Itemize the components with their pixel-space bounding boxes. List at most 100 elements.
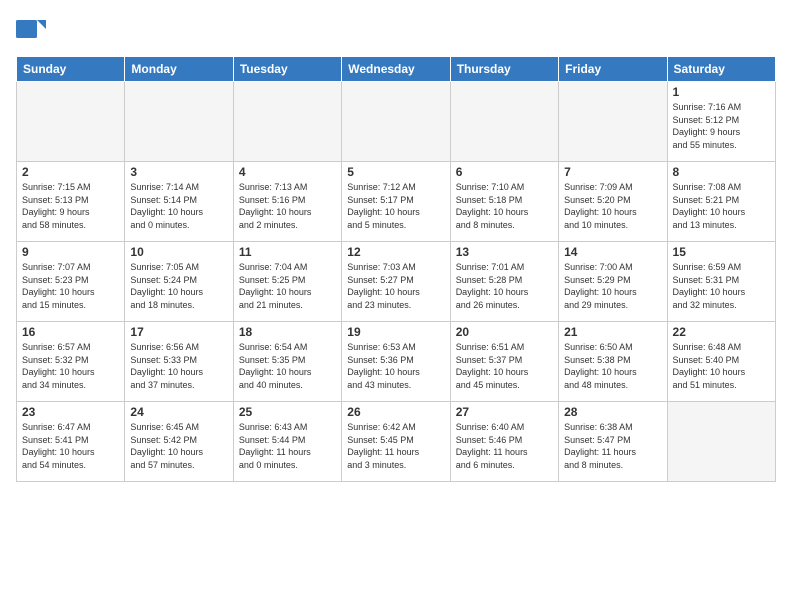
calendar-cell-w3-d2: 18 Sunrise: 6:54 AM Sunset: 5:35 PM Dayli… <box>233 322 341 402</box>
calendar-cell-w1-d3: 5 Sunrise: 7:12 AM Sunset: 5:17 PM Daylig… <box>342 162 450 242</box>
day-info: Sunrise: 7:05 AM Sunset: 5:24 PM Dayligh… <box>130 261 227 311</box>
calendar-cell-w4-d1: 24 Sunrise: 6:45 AM Sunset: 5:42 PM Dayli… <box>125 402 233 482</box>
weekday-header-row: SundayMondayTuesdayWednesdayThursdayFrid… <box>17 57 776 82</box>
calendar-cell-w4-d2: 25 Sunrise: 6:43 AM Sunset: 5:44 PM Dayli… <box>233 402 341 482</box>
day-info: Sunrise: 7:08 AM Sunset: 5:21 PM Dayligh… <box>673 181 770 231</box>
calendar-cell-w1-d6: 8 Sunrise: 7:08 AM Sunset: 5:21 PM Daylig… <box>667 162 775 242</box>
calendar-cell-w2-d0: 9 Sunrise: 7:07 AM Sunset: 5:23 PM Daylig… <box>17 242 125 322</box>
day-info: Sunrise: 7:03 AM Sunset: 5:27 PM Dayligh… <box>347 261 444 311</box>
calendar-cell-w2-d6: 15Sunrise: 6:59 AM Sunset: 5:31 PM Dayli… <box>667 242 775 322</box>
day-number: 23 <box>22 405 119 419</box>
day-number: 15 <box>673 245 770 259</box>
day-info: Sunrise: 7:07 AM Sunset: 5:23 PM Dayligh… <box>22 261 119 311</box>
day-number: 24 <box>130 405 227 419</box>
day-number: 12 <box>347 245 444 259</box>
day-info: Sunrise: 6:43 AM Sunset: 5:44 PM Dayligh… <box>239 421 336 471</box>
day-number: 6 <box>456 165 553 179</box>
calendar-cell-w1-d4: 6Sunrise: 7:10 AM Sunset: 5:18 PM Daylig… <box>450 162 558 242</box>
calendar-cell-w2-d3: 12 Sunrise: 7:03 AM Sunset: 5:27 PM Dayli… <box>342 242 450 322</box>
day-info: Sunrise: 7:12 AM Sunset: 5:17 PM Dayligh… <box>347 181 444 231</box>
calendar-cell-w3-d3: 19 Sunrise: 6:53 AM Sunset: 5:36 PM Dayli… <box>342 322 450 402</box>
day-info: Sunrise: 6:38 AM Sunset: 5:47 PM Dayligh… <box>564 421 661 471</box>
week-row-3: 16 Sunrise: 6:57 AM Sunset: 5:32 PM Dayli… <box>17 322 776 402</box>
day-number: 8 <box>673 165 770 179</box>
day-number: 16 <box>22 325 119 339</box>
day-number: 18 <box>239 325 336 339</box>
day-number: 27 <box>456 405 553 419</box>
calendar-cell-w3-d5: 21 Sunrise: 6:50 AM Sunset: 5:38 PM Dayli… <box>559 322 667 402</box>
day-number: 10 <box>130 245 227 259</box>
day-info: Sunrise: 6:50 AM Sunset: 5:38 PM Dayligh… <box>564 341 661 391</box>
calendar-cell-w1-d5: 7 Sunrise: 7:09 AM Sunset: 5:20 PM Daylig… <box>559 162 667 242</box>
calendar-cell-w0-d4 <box>450 82 558 162</box>
calendar-cell-w0-d0 <box>17 82 125 162</box>
day-number: 7 <box>564 165 661 179</box>
day-number: 5 <box>347 165 444 179</box>
day-number: 20 <box>456 325 553 339</box>
calendar-cell-w4-d4: 27 Sunrise: 6:40 AM Sunset: 5:46 PM Dayli… <box>450 402 558 482</box>
day-info: Sunrise: 6:56 AM Sunset: 5:33 PM Dayligh… <box>130 341 227 391</box>
weekday-header-sunday: Sunday <box>17 57 125 82</box>
calendar-cell-w0-d5 <box>559 82 667 162</box>
day-number: 17 <box>130 325 227 339</box>
calendar-cell-w1-d1: 3 Sunrise: 7:14 AM Sunset: 5:14 PM Daylig… <box>125 162 233 242</box>
calendar-cell-w0-d1 <box>125 82 233 162</box>
calendar-cell-w0-d3 <box>342 82 450 162</box>
day-number: 4 <box>239 165 336 179</box>
calendar-cell-w1-d0: 2 Sunrise: 7:15 AM Sunset: 5:13 PM Daylig… <box>17 162 125 242</box>
logo-icon <box>16 14 46 44</box>
day-number: 3 <box>130 165 227 179</box>
week-row-1: 2 Sunrise: 7:15 AM Sunset: 5:13 PM Daylig… <box>17 162 776 242</box>
week-row-0: 1Sunrise: 7:16 AM Sunset: 5:12 PM Daylig… <box>17 82 776 162</box>
day-info: Sunrise: 6:54 AM Sunset: 5:35 PM Dayligh… <box>239 341 336 391</box>
weekday-header-friday: Friday <box>559 57 667 82</box>
day-info: Sunrise: 6:45 AM Sunset: 5:42 PM Dayligh… <box>130 421 227 471</box>
day-info: Sunrise: 6:47 AM Sunset: 5:41 PM Dayligh… <box>22 421 119 471</box>
calendar-cell-w4-d5: 28 Sunrise: 6:38 AM Sunset: 5:47 PM Dayli… <box>559 402 667 482</box>
calendar-cell-w2-d1: 10 Sunrise: 7:05 AM Sunset: 5:24 PM Dayli… <box>125 242 233 322</box>
day-info: Sunrise: 6:53 AM Sunset: 5:36 PM Dayligh… <box>347 341 444 391</box>
calendar-cell-w3-d4: 20 Sunrise: 6:51 AM Sunset: 5:37 PM Dayli… <box>450 322 558 402</box>
day-number: 14 <box>564 245 661 259</box>
week-row-2: 9 Sunrise: 7:07 AM Sunset: 5:23 PM Daylig… <box>17 242 776 322</box>
day-number: 26 <box>347 405 444 419</box>
day-info: Sunrise: 6:57 AM Sunset: 5:32 PM Dayligh… <box>22 341 119 391</box>
calendar-cell-w3-d6: 22 Sunrise: 6:48 AM Sunset: 5:40 PM Dayli… <box>667 322 775 402</box>
calendar-cell-w0-d2 <box>233 82 341 162</box>
day-info: Sunrise: 6:40 AM Sunset: 5:46 PM Dayligh… <box>456 421 553 471</box>
day-info: Sunrise: 7:15 AM Sunset: 5:13 PM Dayligh… <box>22 181 119 231</box>
header <box>16 16 776 46</box>
calendar-cell-w3-d1: 17 Sunrise: 6:56 AM Sunset: 5:33 PM Dayli… <box>125 322 233 402</box>
day-number: 13 <box>456 245 553 259</box>
page: SundayMondayTuesdayWednesdayThursdayFrid… <box>0 0 792 612</box>
day-info: Sunrise: 7:14 AM Sunset: 5:14 PM Dayligh… <box>130 181 227 231</box>
weekday-header-tuesday: Tuesday <box>233 57 341 82</box>
day-info: Sunrise: 6:42 AM Sunset: 5:45 PM Dayligh… <box>347 421 444 471</box>
weekday-header-saturday: Saturday <box>667 57 775 82</box>
day-number: 21 <box>564 325 661 339</box>
calendar-cell-w2-d2: 11 Sunrise: 7:04 AM Sunset: 5:25 PM Dayli… <box>233 242 341 322</box>
day-number: 19 <box>347 325 444 339</box>
calendar-cell-w4-d6 <box>667 402 775 482</box>
day-number: 2 <box>22 165 119 179</box>
logo <box>16 16 48 46</box>
day-info: Sunrise: 6:51 AM Sunset: 5:37 PM Dayligh… <box>456 341 553 391</box>
day-number: 25 <box>239 405 336 419</box>
calendar-cell-w4-d3: 26 Sunrise: 6:42 AM Sunset: 5:45 PM Dayli… <box>342 402 450 482</box>
weekday-header-monday: Monday <box>125 57 233 82</box>
day-info: Sunrise: 7:13 AM Sunset: 5:16 PM Dayligh… <box>239 181 336 231</box>
day-number: 9 <box>22 245 119 259</box>
day-number: 11 <box>239 245 336 259</box>
day-number: 22 <box>673 325 770 339</box>
day-info: Sunrise: 7:00 AM Sunset: 5:29 PM Dayligh… <box>564 261 661 311</box>
day-info: Sunrise: 7:16 AM Sunset: 5:12 PM Dayligh… <box>673 101 770 151</box>
calendar-cell-w3-d0: 16 Sunrise: 6:57 AM Sunset: 5:32 PM Dayli… <box>17 322 125 402</box>
day-info: Sunrise: 6:48 AM Sunset: 5:40 PM Dayligh… <box>673 341 770 391</box>
calendar-table: SundayMondayTuesdayWednesdayThursdayFrid… <box>16 56 776 482</box>
day-info: Sunrise: 7:09 AM Sunset: 5:20 PM Dayligh… <box>564 181 661 231</box>
calendar-cell-w0-d6: 1Sunrise: 7:16 AM Sunset: 5:12 PM Daylig… <box>667 82 775 162</box>
weekday-header-thursday: Thursday <box>450 57 558 82</box>
week-row-4: 23 Sunrise: 6:47 AM Sunset: 5:41 PM Dayli… <box>17 402 776 482</box>
day-number: 28 <box>564 405 661 419</box>
day-info: Sunrise: 7:04 AM Sunset: 5:25 PM Dayligh… <box>239 261 336 311</box>
